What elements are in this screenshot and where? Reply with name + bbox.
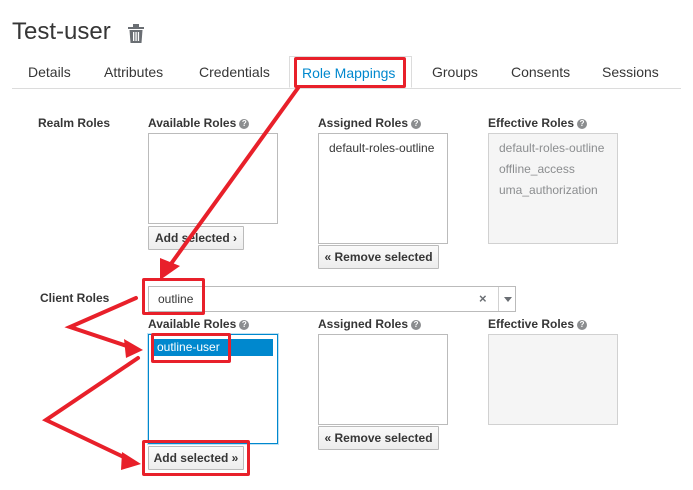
help-circle-icon[interactable]: ?: [577, 119, 588, 129]
help-circle-icon[interactable]: ?: [239, 320, 250, 330]
help-circle-icon[interactable]: ?: [411, 119, 422, 129]
list-item[interactable]: default-roles-outline: [319, 138, 447, 159]
client-remove-selected-button[interactable]: « Remove selected: [318, 426, 439, 450]
realm-assigned-label: Assigned Roles?: [318, 116, 422, 130]
annotation-highlight: [151, 333, 231, 363]
tab-attributes[interactable]: Attributes: [104, 64, 163, 80]
client-effective-list: [488, 334, 618, 425]
realm-effective-label: Effective Roles?: [488, 116, 588, 130]
select-divider: [498, 287, 499, 311]
annotation-highlight: [142, 440, 250, 476]
realm-available-label: Available Roles?: [148, 116, 250, 130]
help-circle-icon[interactable]: ?: [577, 320, 588, 330]
realm-effective-list: default-roles-outline offline_access uma…: [488, 133, 618, 244]
client-available-label: Available Roles?: [148, 317, 250, 331]
annotation-highlight: [142, 278, 205, 315]
list-item: default-roles-outline: [499, 141, 605, 155]
help-circle-icon[interactable]: ?: [239, 119, 250, 129]
annotation-highlight: [294, 57, 406, 88]
client-assigned-list[interactable]: [318, 334, 448, 425]
tab-consents[interactable]: Consents: [511, 64, 570, 80]
list-item: uma_authorization: [499, 183, 598, 197]
list-item: offline_access: [499, 162, 575, 176]
client-effective-label: Effective Roles?: [488, 317, 588, 331]
client-assigned-label: Assigned Roles?: [318, 317, 422, 331]
realm-available-list[interactable]: [148, 133, 278, 224]
tab-sessions[interactable]: Sessions: [602, 64, 659, 80]
page-title: Test-user: [12, 18, 111, 45]
tab-credentials[interactable]: Credentials: [199, 64, 270, 80]
help-circle-icon[interactable]: ?: [411, 320, 422, 330]
caret-down-icon[interactable]: [504, 297, 512, 302]
client-roles-label: Client Roles: [40, 291, 110, 305]
trash-icon[interactable]: [128, 24, 144, 44]
clear-icon[interactable]: ×: [479, 291, 487, 306]
realm-roles-label: Realm Roles: [38, 116, 111, 130]
tab-details[interactable]: Details: [28, 64, 71, 80]
realm-remove-selected-button[interactable]: « Remove selected: [318, 245, 439, 269]
realm-add-selected-button[interactable]: Add selected ›: [148, 226, 244, 250]
tab-groups[interactable]: Groups: [432, 64, 478, 80]
realm-assigned-list[interactable]: default-roles-outline: [318, 133, 448, 244]
